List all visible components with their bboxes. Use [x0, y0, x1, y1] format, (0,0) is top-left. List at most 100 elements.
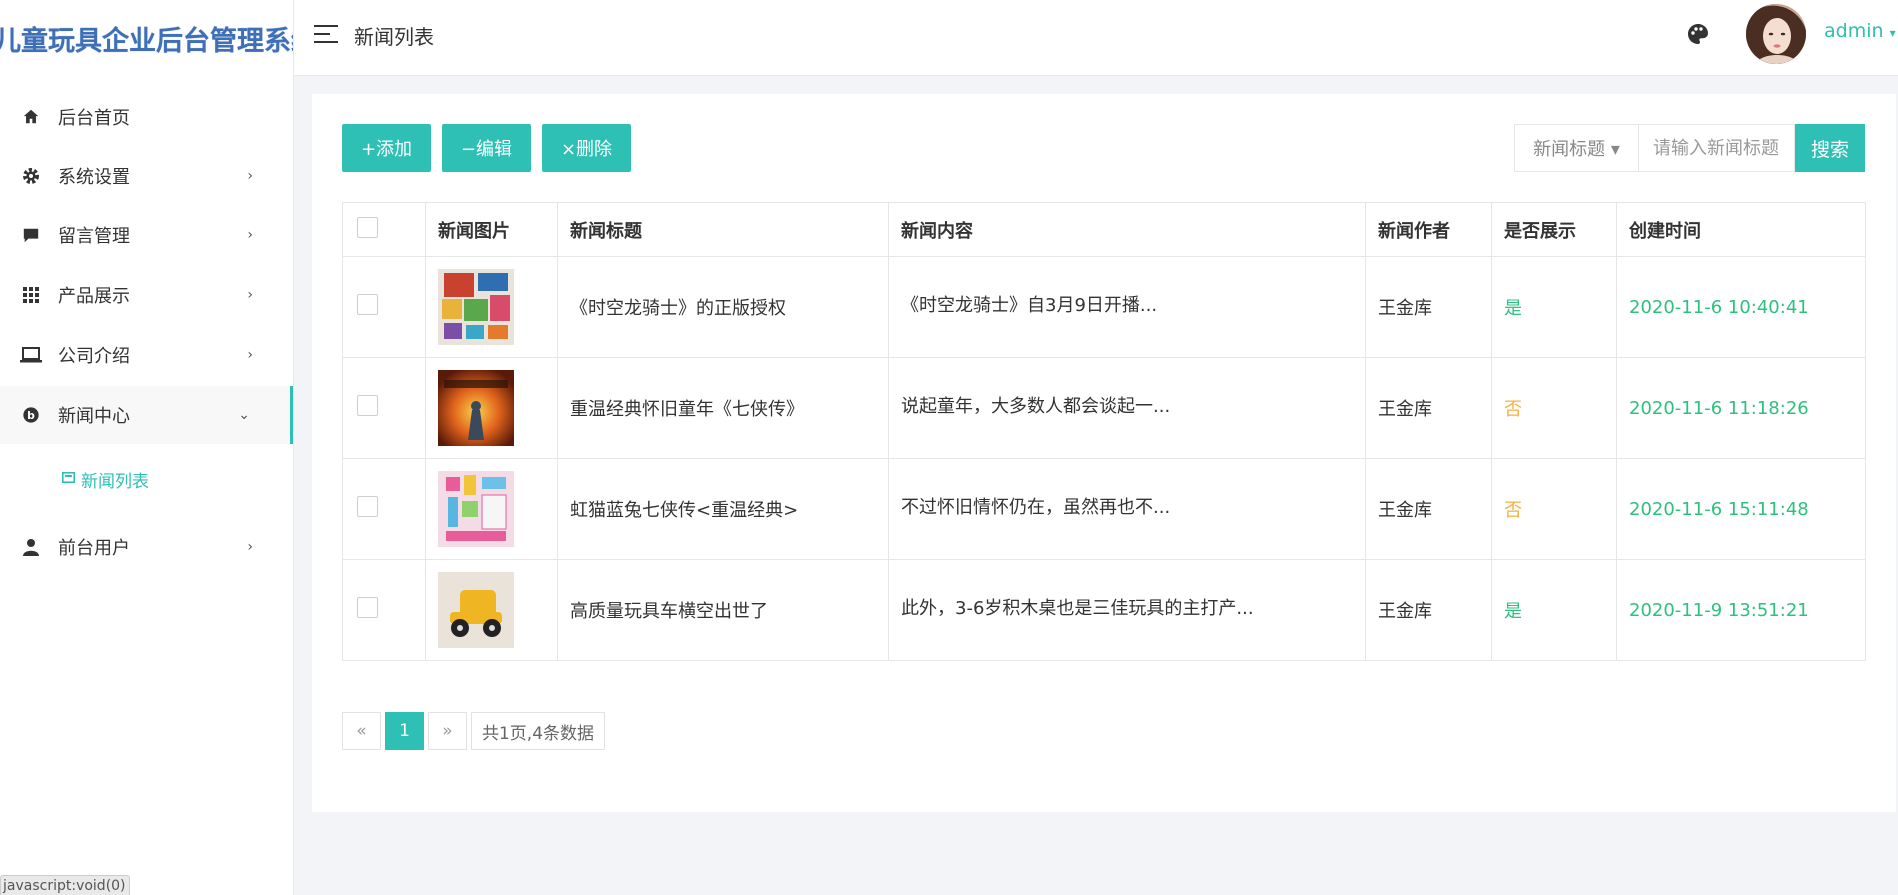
column-header: 新闻作者 — [1365, 202, 1492, 257]
chevron-right-icon: › — [247, 168, 253, 184]
news-title: 虹猫蓝兔七侠传<重温经典> — [557, 458, 889, 560]
brand-logo: 儿童玩具企业后台管理系统 — [0, 0, 293, 76]
news-thumbnail — [438, 269, 514, 345]
table-header-row: 新闻图片 新闻标题 新闻内容 新闻作者 是否展示 创建时间 — [342, 202, 1866, 257]
column-header: 是否展示 — [1491, 202, 1617, 257]
add-button[interactable]: +添加 — [342, 124, 431, 172]
laptop-icon — [20, 344, 42, 366]
delete-button[interactable]: ×删除 — [542, 124, 631, 172]
sidebar-item-label: 系统设置 — [58, 167, 130, 188]
chevron-right-icon: › — [247, 347, 253, 363]
column-header: 新闻内容 — [888, 202, 1366, 257]
menu-toggle-icon[interactable] — [314, 25, 338, 45]
column-header: 新闻图片 — [425, 202, 558, 257]
edit-button[interactable]: −编辑 — [442, 124, 531, 172]
news-image-cell — [425, 357, 558, 459]
column-header: 新闻标题 — [557, 202, 889, 257]
news-content: 《时空龙骑士》自3月9日开播... — [888, 256, 1366, 358]
show-status: 是 — [1491, 256, 1617, 358]
news-title: 《时空龙骑士》的正版授权 — [557, 256, 889, 358]
sidebar-item-products[interactable]: 产品展示 › — [0, 266, 293, 324]
news-title: 重温经典怀旧童年《七侠传》 — [557, 357, 889, 459]
pagination: « 1 » 共1页,4条数据 — [342, 712, 609, 750]
show-status: 是 — [1491, 559, 1617, 661]
sidebar-subitem-label: 新闻列表 — [81, 471, 149, 492]
row-checkbox[interactable] — [357, 496, 378, 517]
news-icon: b — [20, 404, 42, 426]
search-field-select[interactable]: 新闻标题 ▾ — [1514, 124, 1638, 172]
sidebar-item-users[interactable]: 前台用户 › — [0, 518, 293, 576]
search-input[interactable] — [1638, 124, 1795, 172]
home-icon — [20, 106, 42, 128]
sidebar-item-messages[interactable]: 留言管理 › — [0, 206, 293, 264]
news-image-cell — [425, 256, 558, 358]
chevron-right-icon: › — [247, 287, 253, 303]
page-info: 共1页,4条数据 — [471, 712, 605, 750]
news-title: 高质量玩具车横空出世了 — [557, 559, 889, 661]
row-checkbox[interactable] — [357, 395, 378, 416]
show-status: 否 — [1491, 458, 1617, 560]
grid-icon — [20, 284, 42, 306]
palette-icon[interactable] — [1686, 22, 1710, 46]
show-status: 否 — [1491, 357, 1617, 459]
news-content: 此外，3-6岁积木桌也是三佳玩具的主打产... — [888, 559, 1366, 661]
created-time: 2020-11-6 10:40:41 — [1616, 256, 1866, 358]
avatar[interactable] — [1746, 4, 1806, 64]
caret-down-icon: ▾ — [1889, 26, 1896, 40]
search-bar: 新闻标题 ▾ 搜索 — [1514, 124, 1865, 172]
sidebar-item-label: 公司介绍 — [58, 346, 130, 367]
news-thumbnail — [438, 572, 514, 648]
next-page-button[interactable]: » — [428, 712, 467, 750]
column-header: 创建时间 — [1616, 202, 1866, 257]
prev-page-button[interactable]: « — [342, 712, 381, 750]
select-all-checkbox[interactable] — [357, 216, 378, 238]
sidebar-subitem-news-list[interactable]: 新闻列表 — [0, 455, 293, 503]
message-icon — [20, 224, 42, 246]
news-author: 王金库 — [1365, 559, 1492, 661]
chevron-right-icon: › — [247, 539, 253, 555]
sidebar-item-label: 前台用户 — [58, 538, 130, 559]
page-title: 新闻列表 — [354, 25, 434, 49]
search-button[interactable]: 搜索 — [1795, 124, 1865, 172]
news-thumbnail — [438, 471, 514, 547]
sidebar-item-label: 留言管理 — [58, 226, 130, 247]
created-time: 2020-11-9 13:51:21 — [1616, 559, 1866, 661]
table-row[interactable]: 重温经典怀旧童年《七侠传》 说起童年，大多数人都会谈起一... 王金库 否 20… — [342, 357, 1866, 459]
chevron-down-icon: ⌄ — [238, 407, 250, 423]
list-icon — [62, 471, 75, 487]
sidebar-item-home[interactable]: 后台首页 — [0, 88, 293, 146]
news-author: 王金库 — [1365, 458, 1492, 560]
page-1-button[interactable]: 1 — [385, 712, 424, 750]
news-author: 王金库 — [1365, 357, 1492, 459]
svg-text:b: b — [27, 409, 35, 422]
brand-title: 儿童玩具企业后台管理系统 — [0, 25, 293, 56]
table-row[interactable]: 虹猫蓝兔七侠传<重温经典> 不过怀旧情怀仍在，虽然再也不... 王金库 否 20… — [342, 458, 1866, 560]
row-checkbox[interactable] — [357, 294, 378, 315]
chevron-right-icon: › — [247, 227, 253, 243]
sidebar-item-settings[interactable]: 系统设置 › — [0, 147, 293, 205]
username-label: admin — [1824, 20, 1884, 42]
news-content: 说起童年，大多数人都会谈起一... — [888, 357, 1366, 459]
news-table: 新闻图片 新闻标题 新闻内容 新闻作者 是否展示 创建时间 《时空龙骑士》的正版… — [342, 202, 1866, 661]
news-content: 不过怀旧情怀仍在，虽然再也不... — [888, 458, 1366, 560]
user-icon — [20, 536, 42, 558]
table-row[interactable]: 《时空龙骑士》的正版授权 《时空龙骑士》自3月9日开播... 王金库 是 202… — [342, 256, 1866, 358]
select-all-cell — [342, 202, 426, 257]
news-author: 王金库 — [1365, 256, 1492, 358]
sidebar-item-label: 后台首页 — [58, 108, 130, 129]
created-time: 2020-11-6 15:11:48 — [1616, 458, 1866, 560]
news-thumbnail — [438, 370, 514, 446]
sidebar-item-label: 产品展示 — [58, 286, 130, 307]
table-row[interactable]: 高质量玩具车横空出世了 此外，3-6岁积木桌也是三佳玩具的主打产... 王金库 … — [342, 559, 1866, 661]
row-checkbox[interactable] — [357, 597, 378, 618]
sidebar: 儿童玩具企业后台管理系统 后台首页 系统设置 › 留言管理 › 产品展示 › 公… — [0, 0, 294, 895]
status-bar: javascript:void(0) — [0, 875, 130, 895]
user-menu[interactable]: admin ▾ — [1824, 20, 1896, 42]
created-time: 2020-11-6 11:18:26 — [1616, 357, 1866, 459]
news-image-cell — [425, 458, 558, 560]
news-image-cell — [425, 559, 558, 661]
gear-icon — [20, 165, 42, 187]
top-header: 新闻列表 admin ▾ — [294, 0, 1898, 76]
sidebar-item-company[interactable]: 公司介绍 › — [0, 326, 293, 384]
sidebar-item-news[interactable]: b 新闻中心 ⌄ — [0, 386, 293, 444]
